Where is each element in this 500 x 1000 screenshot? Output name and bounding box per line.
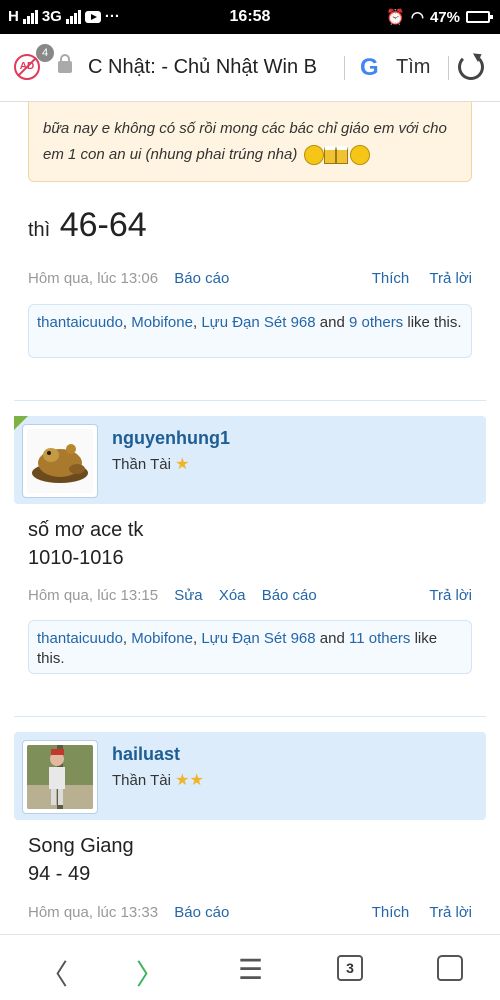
post-timestamp: Hôm qua, lúc 13:33 [28, 904, 159, 921]
liker-link[interactable]: thantaicuudo [37, 630, 123, 647]
post-meta: Hôm qua, lúc 13:33 Báo cáo Thích Trả lời [28, 904, 472, 921]
user-info-bar: hailuast Thần Tài ★★ [14, 732, 486, 820]
star-icon: ★ [175, 456, 190, 473]
like-link[interactable]: Thích [372, 904, 410, 921]
adblock-icon[interactable]: AD [14, 54, 40, 80]
likes-summary: thantaicuudo, Mobifone, Lựu Đạn Sét 968 … [28, 620, 472, 674]
message-line: 1010-1016 [28, 547, 124, 569]
battery-percent: 47% [429, 8, 460, 26]
liker-link[interactable]: thantaicuudo [37, 314, 123, 331]
message-line: Song Giang [28, 835, 134, 857]
report-link[interactable]: Báo cáo [174, 270, 229, 287]
reply-link[interactable]: Trả lời [429, 904, 472, 921]
delete-link[interactable]: Xóa [219, 587, 246, 604]
status-right: ⏰ ◠ 47% [386, 8, 493, 26]
quote-block: bữa nay e không có số rồi mong các bác c… [28, 102, 472, 182]
post-message: Song Giang 94 - 49 [28, 832, 134, 888]
likes-summary: thantaicuudo, Mobifone, Lựu Đạn Sét 968 … [28, 304, 472, 358]
lock-icon [58, 54, 72, 73]
google-icon[interactable]: G [360, 54, 379, 82]
toad-avatar-image [27, 429, 93, 493]
others-link[interactable]: 9 others [349, 314, 403, 331]
divider-2 [448, 56, 449, 80]
username-link[interactable]: nguyenhung1 [112, 428, 230, 449]
report-link[interactable]: Báo cáo [174, 904, 229, 921]
likes-and: and [319, 314, 345, 331]
person-avatar-image [27, 745, 93, 809]
edit-link[interactable]: Sửa [174, 587, 202, 604]
user-info-bar: nguyenhung1 Thần Tài ★ [14, 416, 486, 504]
url-field[interactable]: C Nhật: - Chủ Nhật Win B [88, 56, 338, 79]
post-timestamp: Hôm qua, lúc 13:15 [28, 587, 159, 604]
liker-link[interactable]: Lựu Đạn Sét 968 [201, 314, 315, 331]
others-link[interactable]: 11 others [349, 630, 410, 647]
beer-icon [323, 146, 336, 165]
thread-content: bữa nay e không có số rồi mong các bác c… [0, 102, 500, 934]
user-title: Thần Tài ★★ [112, 772, 204, 789]
quote-text: bữa nay e không có số rồi mong các bác c… [43, 120, 447, 163]
star-icon: ★★ [175, 772, 204, 789]
likes-tail: like this. [407, 314, 462, 331]
reply-link[interactable]: Trả lời [429, 270, 472, 287]
post-actions: Thích Trả lời [356, 270, 472, 287]
tabs-count-button[interactable]: 3 [337, 955, 363, 981]
divider [344, 56, 345, 80]
post-actions: Trả lời [413, 587, 472, 604]
avatar[interactable] [22, 740, 98, 814]
status-bar: H 3G ··· 16:58 ⏰ ◠ 47% [0, 0, 500, 34]
reload-icon[interactable] [458, 54, 484, 80]
post-message: số mơ ace tk 1010-1016 [28, 516, 143, 572]
forward-icon[interactable]: 〉 [136, 953, 164, 993]
alarm-icon: ⏰ [386, 9, 405, 26]
username-link[interactable]: hailuast [112, 744, 180, 765]
message-prefix: thì [28, 219, 51, 241]
user-title: Thần Tài ★ [112, 456, 190, 473]
post-meta: Hôm qua, lúc 13:15 Sửa Xóa Báo cáo Trả l… [28, 587, 472, 604]
like-link[interactable]: Thích [372, 270, 410, 287]
browser-toolbar: AD 4 C Nhật: - Chủ Nhật Win B G Tìm [0, 34, 500, 102]
report-link[interactable]: Báo cáo [262, 587, 317, 604]
home-icon[interactable] [437, 955, 463, 981]
wifi-icon: ◠ [410, 9, 424, 26]
smiley-icon [303, 145, 324, 166]
menu-icon[interactable]: ☰ [238, 953, 263, 986]
beer-icon-2 [335, 146, 348, 165]
avatar[interactable] [22, 424, 98, 498]
message-line: số mơ ace tk [28, 519, 144, 541]
post-actions: Thích Trả lời [356, 904, 472, 921]
message-main: 46-64 [59, 206, 147, 244]
likes-and: and [319, 630, 345, 647]
adblock-count-badge: 4 [36, 44, 54, 62]
bottom-navigation: 〈 〉 ☰ 3 [0, 934, 500, 1000]
post-divider [14, 400, 486, 401]
liker-link[interactable]: Mobifone [131, 630, 193, 647]
post-timestamp: Hôm qua, lúc 13:06 [28, 270, 159, 287]
search-button[interactable]: Tìm [396, 56, 430, 79]
liker-link[interactable]: Lựu Đạn Sét 968 [201, 630, 315, 647]
battery-icon [466, 11, 493, 23]
message-line: 94 - 49 [28, 863, 91, 885]
smiley-icon-2 [349, 145, 370, 166]
reply-link[interactable]: Trả lời [429, 587, 472, 604]
back-icon[interactable]: 〈 [40, 953, 68, 993]
post-divider [14, 716, 486, 717]
post-meta: Hôm qua, lúc 13:06 Báo cáo Thích Trả lời [28, 270, 472, 287]
liker-link[interactable]: Mobifone [131, 314, 193, 331]
post-message: thì 46-64 [28, 206, 147, 245]
online-indicator [14, 416, 28, 430]
